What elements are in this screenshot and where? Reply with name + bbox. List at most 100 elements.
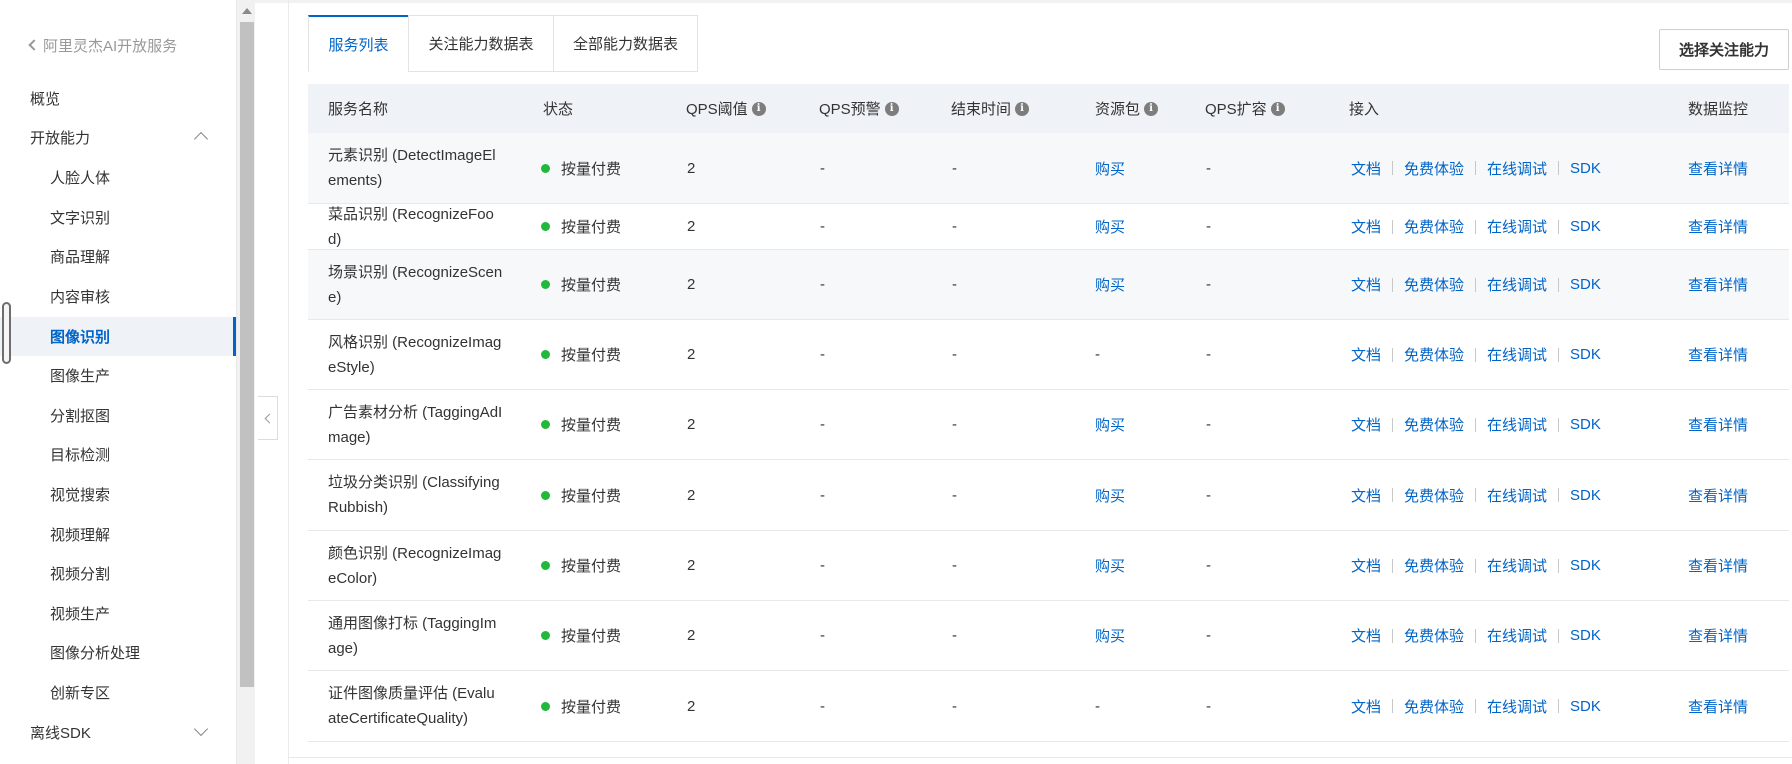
sdk-link[interactable]: SDK [1570, 276, 1601, 293]
link-divider [1475, 219, 1477, 234]
info-icon[interactable]: i [751, 101, 766, 116]
chevron-up-icon[interactable] [193, 131, 209, 147]
online-debug-link[interactable]: 在线调试 [1487, 274, 1547, 295]
online-debug-link[interactable]: 在线调试 [1487, 414, 1547, 435]
back-link[interactable]: 阿里灵杰AI开放服务 [28, 33, 177, 57]
status-dot-icon [541, 163, 550, 173]
free-trial-link[interactable]: 免费体验 [1404, 414, 1464, 435]
collapse-sidebar-button[interactable] [258, 396, 278, 440]
online-debug-link[interactable]: 在线调试 [1487, 625, 1547, 646]
doc-link[interactable]: 文档 [1351, 414, 1381, 435]
sdk-link[interactable]: SDK [1570, 557, 1601, 574]
sidebar-item[interactable]: 离线SDK [0, 713, 236, 752]
select-focus-capability-button[interactable]: 选择关注能力 [1659, 29, 1789, 70]
qps-alert-cell: - [820, 671, 825, 741]
free-trial-link[interactable]: 免费体验 [1404, 555, 1464, 576]
end-time-value: - [952, 557, 957, 574]
doc-link[interactable]: 文档 [1351, 485, 1381, 506]
sdk-link[interactable]: SDK [1570, 627, 1601, 644]
header-qps-alert: QPS预警 i [819, 84, 899, 133]
online-debug-link[interactable]: 在线调试 [1487, 158, 1547, 179]
doc-link[interactable]: 文档 [1351, 696, 1381, 717]
view-details-link[interactable]: 查看详情 [1688, 216, 1748, 237]
free-trial-link[interactable]: 免费体验 [1404, 344, 1464, 365]
view-details-link[interactable]: 查看详情 [1688, 344, 1748, 365]
sidebar-item[interactable]: 图像分析处理 [0, 633, 236, 672]
online-debug-link[interactable]: 在线调试 [1487, 216, 1547, 237]
sidebar-item[interactable]: 分割抠图 [0, 396, 236, 435]
info-icon[interactable]: i [884, 101, 899, 116]
info-icon[interactable]: i [1015, 101, 1030, 116]
service-name-cell: 元素识别 (DetectImageElements) [328, 133, 503, 203]
view-details-link[interactable]: 查看详情 [1688, 696, 1748, 717]
status-cell: 按量付费 [541, 390, 621, 459]
buy-link[interactable]: 购买 [1095, 158, 1125, 179]
buy-link[interactable]: 购买 [1095, 274, 1125, 295]
sdk-link[interactable]: SDK [1570, 698, 1601, 715]
sdk-link[interactable]: SDK [1570, 416, 1601, 433]
view-details-link[interactable]: 查看详情 [1688, 485, 1748, 506]
sdk-link[interactable]: SDK [1570, 218, 1601, 235]
sidebar-scrollbar-thumb[interactable] [240, 22, 254, 687]
tab-service-list[interactable]: 服务列表 [308, 15, 409, 72]
online-debug-link[interactable]: 在线调试 [1487, 696, 1547, 717]
doc-link[interactable]: 文档 [1351, 216, 1381, 237]
tab-followed-capabilities[interactable]: 关注能力数据表 [408, 15, 554, 72]
sidebar-item[interactable]: 人脸人体 [0, 158, 236, 197]
sidebar-item[interactable]: 图像识别 [0, 317, 236, 356]
sidebar-item[interactable]: 视觉搜索 [0, 475, 236, 514]
resource-pack-cell: 购买 [1095, 531, 1125, 600]
chevron-down-icon[interactable] [193, 721, 209, 737]
sidebar-item[interactable]: 开放能力 [0, 118, 236, 157]
sidebar-item[interactable]: 文字识别 [0, 198, 236, 237]
buy-link[interactable]: 购买 [1095, 414, 1125, 435]
free-trial-link[interactable]: 免费体验 [1404, 274, 1464, 295]
sidebar-item[interactable]: 目标检测 [0, 435, 236, 474]
sidebar-item-label: 商品理解 [50, 249, 111, 266]
buy-link[interactable]: 购买 [1095, 216, 1125, 237]
sdk-link[interactable]: SDK [1570, 346, 1601, 363]
access-links: 文档 免费体验 在线调试 SDK [1351, 204, 1601, 249]
free-trial-link[interactable]: 免费体验 [1404, 485, 1464, 506]
header-resource-pack: 资源包 i [1095, 84, 1159, 133]
access-links: 文档 免费体验 在线调试 SDK [1351, 133, 1601, 203]
sidebar-item[interactable]: 商品理解 [0, 237, 236, 276]
online-debug-link[interactable]: 在线调试 [1487, 344, 1547, 365]
sdk-link[interactable]: SDK [1570, 160, 1601, 177]
view-details-link[interactable]: 查看详情 [1688, 555, 1748, 576]
view-details-link[interactable]: 查看详情 [1688, 625, 1748, 646]
free-trial-link[interactable]: 免费体验 [1404, 158, 1464, 179]
view-details-link[interactable]: 查看详情 [1688, 414, 1748, 435]
view-details-link[interactable]: 查看详情 [1688, 158, 1748, 179]
info-icon[interactable]: i [1144, 101, 1159, 116]
buy-link[interactable]: 购买 [1095, 625, 1125, 646]
doc-link[interactable]: 文档 [1351, 344, 1381, 365]
free-trial-link[interactable]: 免费体验 [1404, 696, 1464, 717]
tab-all-capabilities[interactable]: 全部能力数据表 [553, 15, 698, 72]
buy-link[interactable]: 购买 [1095, 485, 1125, 506]
qps-threshold-cell: 2 [687, 531, 695, 600]
doc-link[interactable]: 文档 [1351, 625, 1381, 646]
sdk-link[interactable]: SDK [1570, 487, 1601, 504]
sidebar-item[interactable]: 图像生产 [0, 356, 236, 395]
sidebar-item[interactable]: 内容审核 [0, 277, 236, 316]
sidebar-item[interactable]: 视频生产 [0, 594, 236, 633]
info-icon[interactable]: i [1270, 101, 1285, 116]
doc-link[interactable]: 文档 [1351, 555, 1381, 576]
qps-expand-cell: - [1206, 320, 1211, 389]
scroll-up-arrow-icon[interactable] [242, 8, 252, 14]
sidebar-item[interactable]: 创新专区 [0, 673, 236, 712]
free-trial-link[interactable]: 免费体验 [1404, 625, 1464, 646]
sidebar-item[interactable]: 概览 [0, 79, 236, 118]
free-trial-link[interactable]: 免费体验 [1404, 216, 1464, 237]
buy-link[interactable]: 购买 [1095, 555, 1125, 576]
sidebar-item[interactable]: 视频分割 [0, 554, 236, 593]
doc-link[interactable]: 文档 [1351, 274, 1381, 295]
sidebar-item[interactable]: 视频理解 [0, 515, 236, 554]
view-details-link[interactable]: 查看详情 [1688, 274, 1748, 295]
online-debug-link[interactable]: 在线调试 [1487, 555, 1547, 576]
doc-link[interactable]: 文档 [1351, 158, 1381, 179]
online-debug-link[interactable]: 在线调试 [1487, 485, 1547, 506]
page-scroll-handle[interactable] [2, 302, 11, 364]
status-dot-icon [541, 490, 550, 500]
